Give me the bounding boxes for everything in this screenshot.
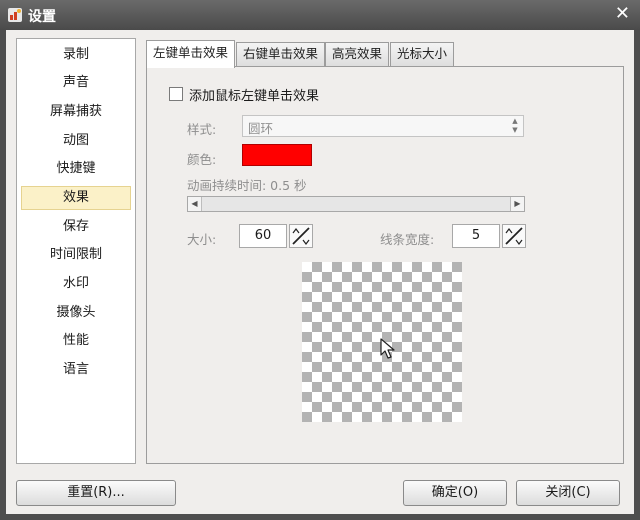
tab-right-click-effect[interactable]: 右键单击效果 xyxy=(236,42,326,66)
size-adjust-button[interactable] xyxy=(289,224,313,248)
close-button[interactable]: 关闭(C) xyxy=(516,480,620,506)
tab-highlight-effect[interactable]: 高亮效果 xyxy=(325,42,390,66)
sidebar-item-watermark[interactable]: 水印 xyxy=(21,272,131,296)
color-swatch[interactable] xyxy=(242,144,312,166)
sidebar-item-hotkeys[interactable]: 快捷键 xyxy=(21,157,131,181)
sidebar-item-sound[interactable]: 声音 xyxy=(21,71,131,95)
effect-preview xyxy=(302,262,462,422)
size-label: 大小: xyxy=(187,232,217,247)
sidebar-item-record[interactable]: 录制 xyxy=(21,43,131,67)
sidebar-item-language[interactable]: 语言 xyxy=(21,358,131,382)
settings-window: 设置 ✕ 录制 声音 屏幕捕获 动图 快捷键 效果 保存 时间限制 水印 摄像头… xyxy=(0,0,640,520)
close-icon[interactable]: ✕ xyxy=(615,4,630,24)
dialog-body: 录制 声音 屏幕捕获 动图 快捷键 效果 保存 时间限制 水印 摄像头 性能 语… xyxy=(6,30,634,514)
style-select-value: 圆环 xyxy=(248,121,274,136)
ok-button[interactable]: 确定(O) xyxy=(403,480,507,506)
slash-adjust-icon xyxy=(292,227,310,245)
sidebar-item-camera[interactable]: 摄像头 xyxy=(21,301,131,325)
sidebar-item-screen-capture[interactable]: 屏幕捕获 xyxy=(21,100,131,124)
duration-label: 动画持续时间: 0.5 秒 xyxy=(187,178,307,193)
tab-left-click-effect[interactable]: 左键单击效果 xyxy=(146,40,236,68)
sidebar-item-effects[interactable]: 效果 xyxy=(21,186,131,210)
slash-adjust-icon xyxy=(505,227,523,245)
size-input[interactable]: 60 xyxy=(239,224,287,248)
sidebar-item-performance[interactable]: 性能 xyxy=(21,329,131,353)
app-icon xyxy=(8,8,22,22)
line-width-input[interactable]: 5 xyxy=(452,224,500,248)
left-click-effect-panel: 添加鼠标左键单击效果 样式: 圆环 ▲ ▼ 颜色: 动画持续时间: 0.5 秒 ◀… xyxy=(146,66,624,464)
color-label: 颜色: xyxy=(187,152,217,167)
style-select[interactable]: 圆环 ▲ ▼ xyxy=(242,115,524,137)
enable-left-click-effect-label[interactable]: 添加鼠标左键单击效果 xyxy=(189,85,319,104)
sidebar-item-time-limit[interactable]: 时间限制 xyxy=(21,243,131,267)
sidebar-item-save[interactable]: 保存 xyxy=(21,215,131,239)
settings-sidebar: 录制 声音 屏幕捕获 动图 快捷键 效果 保存 时间限制 水印 摄像头 性能 语… xyxy=(16,38,136,464)
chevron-right-icon[interactable]: ▶ xyxy=(510,197,524,211)
style-label: 样式: xyxy=(187,122,217,137)
line-width-adjust-button[interactable] xyxy=(502,224,526,248)
sidebar-item-gif[interactable]: 动图 xyxy=(21,129,131,153)
tab-cursor-size[interactable]: 光标大小 xyxy=(390,42,455,66)
title-bar[interactable]: 设置 ✕ xyxy=(0,0,640,30)
mouse-cursor-icon xyxy=(380,338,395,359)
enable-left-click-effect-checkbox[interactable] xyxy=(169,87,183,101)
line-width-label: 线条宽度: xyxy=(380,232,435,247)
spin-arrows-icon: ▲ ▼ xyxy=(512,117,518,134)
chevron-left-icon[interactable]: ◀ xyxy=(188,197,202,211)
reset-button[interactable]: 重置(R)... xyxy=(16,480,176,506)
duration-slider[interactable]: ◀ ▶ xyxy=(187,196,525,212)
window-title: 设置 xyxy=(28,9,56,25)
